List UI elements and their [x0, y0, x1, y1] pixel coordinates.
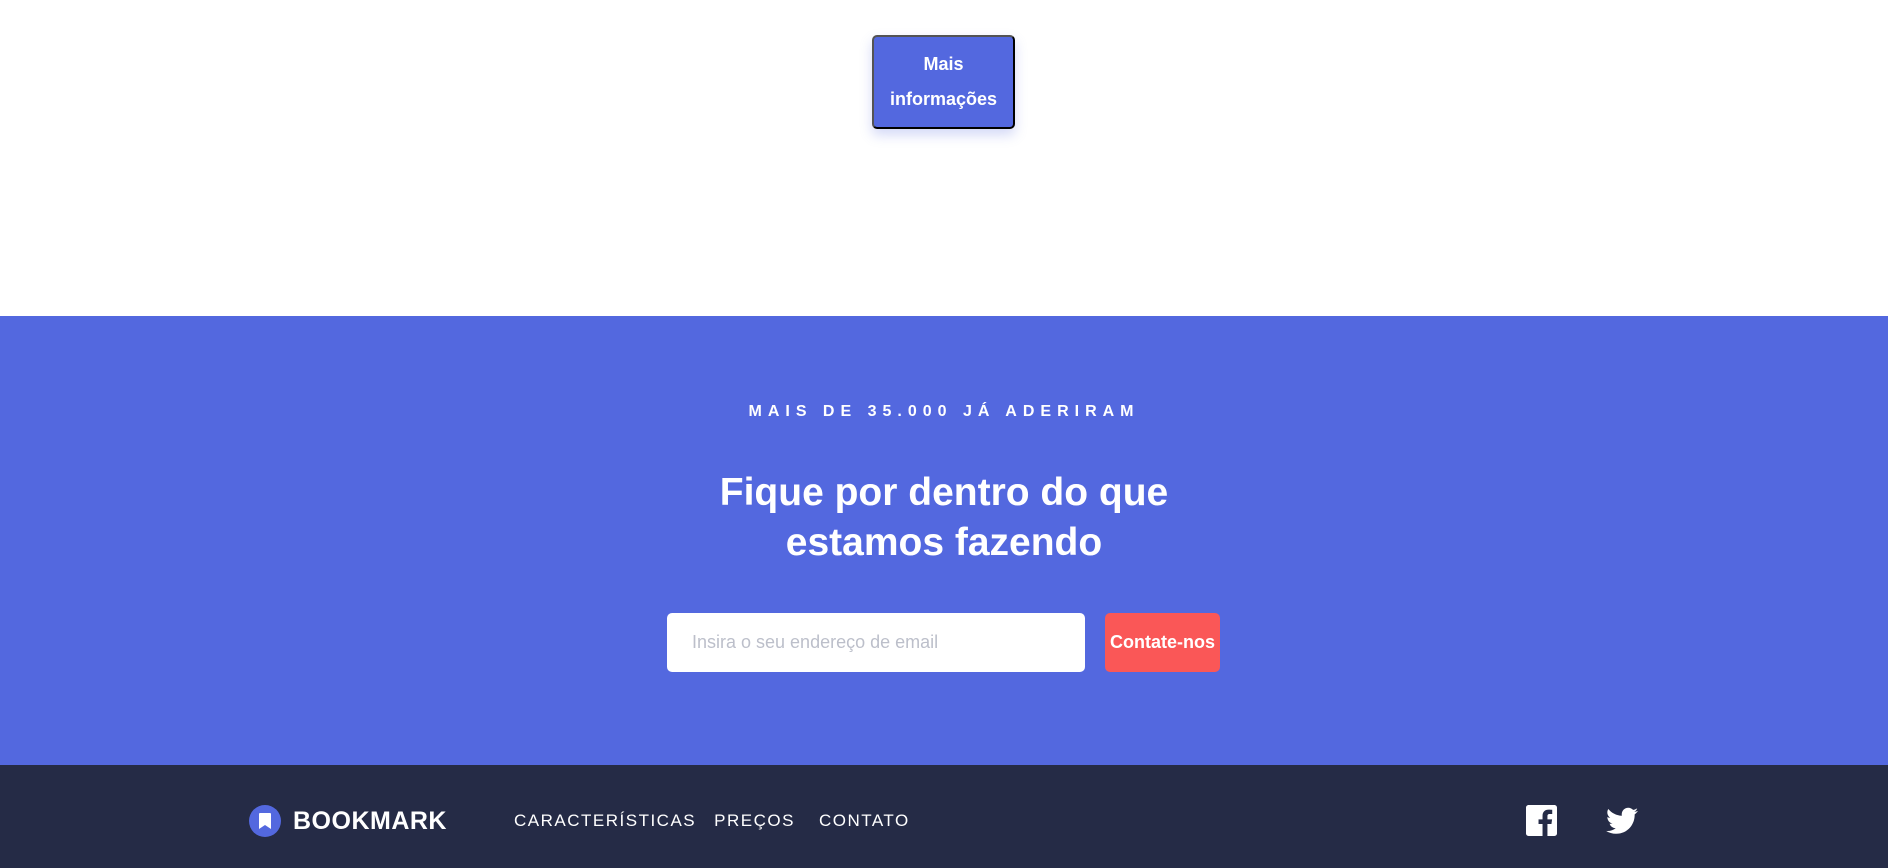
- features-section-bottom: Mais informações: [0, 0, 1888, 316]
- email-input[interactable]: [667, 613, 1085, 672]
- footer-nav-pricing[interactable]: PREÇOS: [714, 811, 795, 831]
- bookmark-logo-icon: [249, 805, 281, 837]
- more-info-button[interactable]: Mais informações: [872, 35, 1015, 129]
- footer-nav-contact[interactable]: CONTATO: [819, 811, 910, 831]
- footer-nav: CARACTERÍSTICAS PREÇOS CONTATO: [514, 811, 928, 831]
- contact-button[interactable]: Contate-nos: [1105, 613, 1220, 672]
- logo-text: BOOKMARK: [293, 806, 447, 835]
- footer: BOOKMARK CARACTERÍSTICAS PREÇOS CONTATO: [0, 765, 1888, 868]
- footer-nav-features[interactable]: CARACTERÍSTICAS: [514, 811, 696, 831]
- footer-logo[interactable]: BOOKMARK: [249, 805, 447, 837]
- newsletter-heading: Fique por dentro do que estamos fazendo: [719, 471, 1169, 564]
- twitter-icon[interactable]: [1606, 807, 1638, 835]
- newsletter-section: MAIS DE 35.000 JÁ ADERIRAM Fique por den…: [0, 316, 1888, 765]
- newsletter-eyebrow: MAIS DE 35.000 JÁ ADERIRAM: [748, 403, 1140, 420]
- facebook-icon[interactable]: [1526, 805, 1557, 836]
